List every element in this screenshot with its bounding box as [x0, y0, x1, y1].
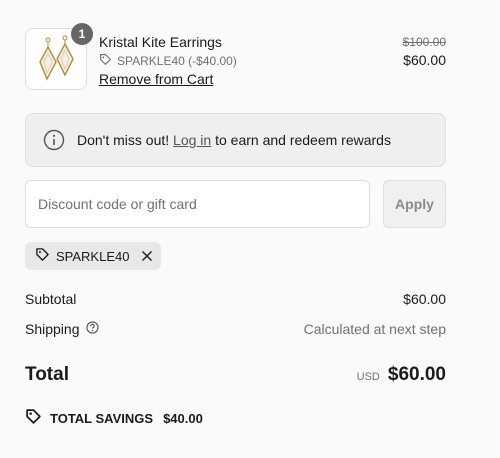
tag-icon — [35, 247, 50, 265]
remove-from-cart-link[interactable]: Remove from Cart — [99, 71, 213, 87]
product-name: Kristal Kite Earrings — [99, 34, 222, 50]
total-savings: TOTAL SAVINGS $40.00 — [25, 408, 203, 428]
savings-value: $40.00 — [163, 410, 203, 426]
info-icon — [43, 129, 65, 151]
total-amount-group: USD $60.00 — [357, 364, 446, 386]
applied-discount-code: SPARKLE40 — [56, 248, 130, 264]
total-row: Total USD $60.00 — [25, 364, 446, 386]
cart-line-item: 1 Kristal Kite Earrings SPARKLE40 (-$40.… — [25, 23, 446, 92]
applied-discount-chip: SPARKLE40 — [25, 242, 162, 270]
subtotal-row: Subtotal $60.00 — [25, 291, 446, 307]
tag-icon — [99, 53, 112, 69]
total-label: Total — [25, 364, 69, 385]
remove-discount-close-icon[interactable] — [141, 250, 153, 262]
subtotal-value: $60.00 — [403, 291, 446, 307]
rewards-text-after: to earn and redeem rewards — [215, 132, 391, 148]
discount-code-input[interactable] — [25, 180, 370, 228]
original-price: $100.00 — [402, 35, 446, 49]
currency-code: USD — [356, 371, 380, 383]
shipping-value: Calculated at next step — [303, 321, 446, 337]
item-discount: SPARKLE40 (-$40.00) — [99, 53, 237, 69]
item-price: $60.00 — [403, 52, 446, 68]
apply-button[interactable]: Apply — [383, 180, 446, 228]
help-icon[interactable] — [85, 321, 99, 337]
subtotal-label: Subtotal — [25, 291, 77, 307]
rewards-text-before: Don't miss out! — [77, 132, 170, 148]
login-link[interactable]: Log in — [173, 132, 211, 148]
savings-label: TOTAL SAVINGS — [50, 410, 154, 426]
rewards-message: Don't miss out! Log in to earn and redee… — [77, 132, 391, 148]
quantity-badge: 1 — [71, 23, 93, 45]
total-value: $60.00 — [387, 364, 446, 385]
savings-tag-icon — [25, 408, 42, 428]
shipping-row: Shipping Calculated at next step — [25, 321, 446, 337]
shipping-label: Shipping — [25, 321, 80, 337]
shipping-label-group: Shipping — [25, 321, 99, 337]
rewards-banner: Don't miss out! Log in to earn and redee… — [25, 113, 446, 167]
item-discount-code: SPARKLE40 (-$40.00) — [117, 54, 237, 68]
